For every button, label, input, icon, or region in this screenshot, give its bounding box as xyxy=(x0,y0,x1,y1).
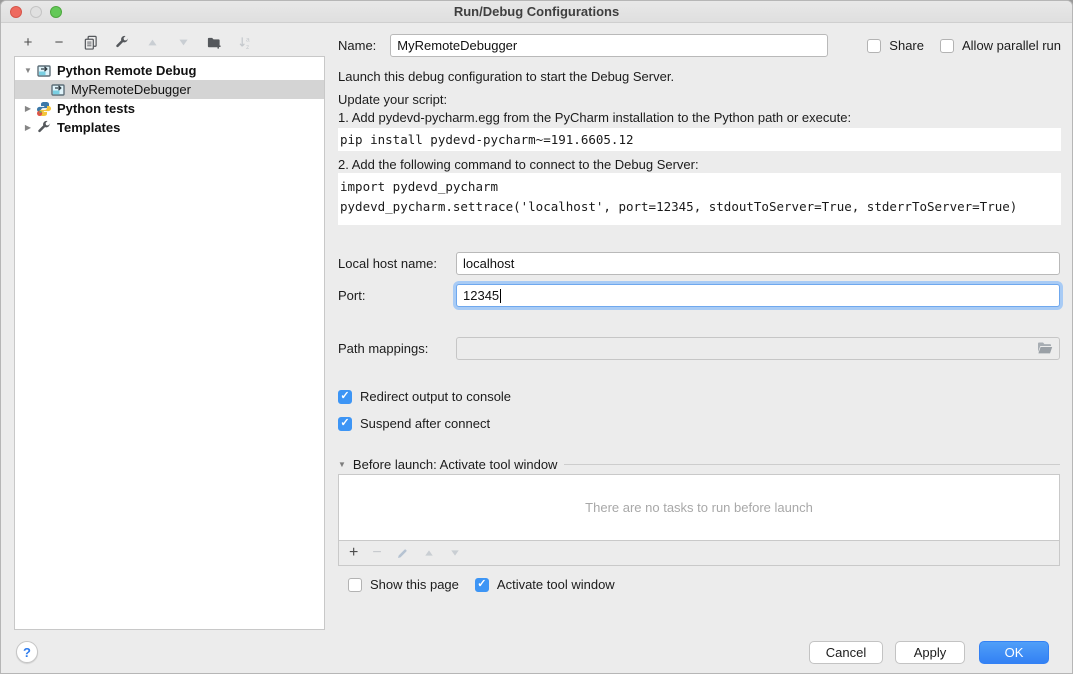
path-mappings-row: Path mappings: xyxy=(338,337,1060,360)
configurations-tree: ▼ Python Remote Debug MyRemoteDebugger xyxy=(14,56,325,630)
add-icon: + xyxy=(24,35,33,50)
move-up-icon xyxy=(146,36,159,49)
move-into-folder-icon xyxy=(206,35,222,50)
name-label: Name: xyxy=(338,38,376,53)
port-row: Port: xyxy=(338,284,1060,307)
local-host-name-label: Local host name: xyxy=(338,256,456,271)
remote-debug-icon xyxy=(50,82,66,98)
browse-folder-button[interactable] xyxy=(1037,341,1053,355)
port-label: Port: xyxy=(338,288,456,303)
tree-item-label: Python tests xyxy=(57,101,135,116)
name-row: Name: Share Allow parallel run xyxy=(338,34,1061,57)
suspend-after-connect-checkbox[interactable]: Suspend after connect xyxy=(338,416,490,431)
edit-pencil-icon[interactable] xyxy=(396,547,409,560)
wrench-icon xyxy=(114,35,129,50)
sort-alphabetically-icon: a z xyxy=(238,35,253,50)
copy-icon xyxy=(83,35,98,50)
allow-parallel-run-label: Allow parallel run xyxy=(962,38,1061,53)
share-label: Share xyxy=(889,38,924,53)
activate-tool-window-label: Activate tool window xyxy=(497,577,615,592)
redirect-output-label: Redirect output to console xyxy=(360,389,511,404)
help-button[interactable]: ? xyxy=(16,641,38,663)
settrace-code-block: import pydevd_pycharm pydevd_pycharm.set… xyxy=(338,173,1061,225)
add-icon[interactable]: + xyxy=(349,545,358,561)
description-line-1: Launch this debug configuration to start… xyxy=(338,69,674,84)
svg-text:z: z xyxy=(245,44,248,50)
text-caret xyxy=(500,289,501,303)
checkbox-checked-icon xyxy=(338,390,352,404)
title-bar: Run/Debug Configurations xyxy=(1,1,1072,23)
code-line-import: import pydevd_pycharm xyxy=(340,177,1061,197)
cancel-button[interactable]: Cancel xyxy=(809,641,883,664)
move-into-folder-button[interactable] xyxy=(205,33,223,51)
checkbox-icon xyxy=(940,39,954,53)
run-debug-configurations-dialog: Run/Debug Configurations + − xyxy=(0,0,1073,674)
tree-item-templates[interactable]: ▶ Templates xyxy=(15,118,324,137)
suspend-after-connect-label: Suspend after connect xyxy=(360,416,490,431)
tree-item-myremotedebugger[interactable]: MyRemoteDebugger xyxy=(15,80,324,99)
port-input[interactable] xyxy=(456,284,1060,307)
activate-tool-window-checkbox[interactable]: Activate tool window xyxy=(475,577,615,592)
local-host-row: Local host name: xyxy=(338,252,1060,275)
before-launch-title: Before launch: Activate tool window xyxy=(353,457,558,472)
help-label: ? xyxy=(23,645,31,660)
description-line-2: Update your script: xyxy=(338,92,447,107)
remove-configuration-button[interactable]: − xyxy=(50,33,68,51)
move-up-icon[interactable] xyxy=(423,547,435,559)
path-mappings-label: Path mappings: xyxy=(338,341,456,356)
redirect-output-checkbox[interactable]: Redirect output to console xyxy=(338,389,511,404)
checkbox-checked-icon xyxy=(475,578,489,592)
before-launch-toolbar: + − xyxy=(339,541,1059,565)
ok-button[interactable]: OK xyxy=(979,641,1049,664)
configurations-toolbar: + − xyxy=(19,33,254,51)
remote-debug-icon xyxy=(36,63,52,79)
tree-item-python-tests[interactable]: ▶ Python tests xyxy=(15,99,324,118)
local-host-name-input[interactable] xyxy=(456,252,1060,275)
path-mappings-input[interactable] xyxy=(456,337,1060,360)
chevron-down-icon[interactable]: ▼ xyxy=(23,66,33,75)
move-down-icon xyxy=(177,36,190,49)
empty-tasks-message: There are no tasks to run before launch xyxy=(585,500,813,515)
remove-icon[interactable]: − xyxy=(372,545,381,561)
allow-parallel-run-checkbox[interactable]: Allow parallel run xyxy=(940,38,1061,53)
tree-item-label: Templates xyxy=(57,120,120,135)
wrench-icon xyxy=(36,120,52,136)
description-step-1: 1. Add pydevd-pycharm.egg from the PyCha… xyxy=(338,110,851,125)
remove-icon: − xyxy=(55,35,64,50)
show-this-page-label: Show this page xyxy=(370,577,459,592)
before-launch-task-list[interactable]: There are no tasks to run before launch xyxy=(339,475,1059,541)
move-down-button[interactable] xyxy=(174,33,192,51)
name-input[interactable] xyxy=(390,34,828,57)
before-launch-panel: There are no tasks to run before launch … xyxy=(338,474,1060,566)
copy-configuration-button[interactable] xyxy=(81,33,99,51)
sort-configurations-button[interactable]: a z xyxy=(236,33,254,51)
tree-item-python-remote-debug[interactable]: ▼ Python Remote Debug xyxy=(15,61,324,80)
svg-text:a: a xyxy=(245,36,249,43)
share-checkbox[interactable]: Share xyxy=(867,38,924,53)
chevron-down-icon: ▼ xyxy=(338,460,346,469)
chevron-right-icon[interactable]: ▶ xyxy=(23,104,33,113)
python-icon xyxy=(36,101,52,117)
page-options-row: Show this page Activate tool window xyxy=(348,577,615,592)
tree-item-label: MyRemoteDebugger xyxy=(71,82,191,97)
section-divider xyxy=(564,464,1060,465)
add-configuration-button[interactable]: + xyxy=(19,33,37,51)
pip-install-code: pip install pydevd-pycharm~=191.6605.12 xyxy=(338,128,1061,151)
description-step-2: 2. Add the following command to connect … xyxy=(338,157,699,172)
apply-button[interactable]: Apply xyxy=(895,641,965,664)
move-down-icon[interactable] xyxy=(449,547,461,559)
checkbox-icon xyxy=(867,39,881,53)
show-this-page-checkbox[interactable]: Show this page xyxy=(348,577,459,592)
checkbox-checked-icon xyxy=(338,417,352,431)
checkbox-icon xyxy=(348,578,362,592)
code-line-settrace: pydevd_pycharm.settrace('localhost', por… xyxy=(340,197,1061,217)
edit-templates-button[interactable] xyxy=(112,33,130,51)
window-title: Run/Debug Configurations xyxy=(1,4,1072,19)
chevron-right-icon[interactable]: ▶ xyxy=(23,123,33,132)
tree-item-label: Python Remote Debug xyxy=(57,63,196,78)
before-launch-header[interactable]: ▼ Before launch: Activate tool window xyxy=(338,457,1060,472)
move-up-button[interactable] xyxy=(143,33,161,51)
folder-icon xyxy=(1037,341,1053,355)
